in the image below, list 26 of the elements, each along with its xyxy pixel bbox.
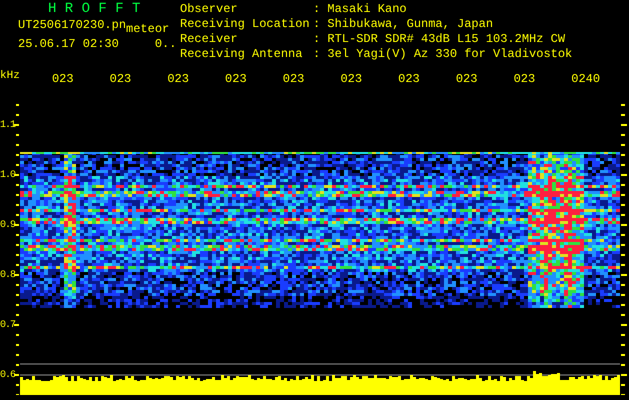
info-label: Receiving Antenna bbox=[180, 47, 304, 62]
time-axis-label: 023 bbox=[514, 72, 536, 88]
count-label: 0.. bbox=[154, 37, 176, 52]
info-value: : 3el Yagi(V) Az 330 for Vladivostok bbox=[313, 47, 572, 62]
info-value: : RTL-SDR SDR# 43dB L15 103.2MHz CW bbox=[313, 32, 566, 47]
timestamp: 25.06.17 02:30 bbox=[18, 37, 119, 52]
info-label: Receiving Location bbox=[180, 17, 311, 32]
file-name: UT2506170230.pn bbox=[18, 18, 126, 33]
info-label: Receiver bbox=[180, 32, 239, 47]
info-value: : Shibukawa, Gunma, Japan bbox=[313, 17, 494, 32]
frequency-axis-label: 1.1 bbox=[0, 118, 16, 132]
mode-label: meteor bbox=[126, 22, 170, 37]
info-label: Observer bbox=[180, 2, 239, 17]
time-axis-label: 023 bbox=[398, 72, 421, 88]
time-axis-label: 023 bbox=[167, 72, 190, 88]
frequency-axis-label: 0.7 bbox=[0, 318, 16, 332]
time-axis-label: 0240 bbox=[571, 72, 602, 88]
time-axis-label: 023 bbox=[456, 72, 478, 88]
time-axis-label: 023 bbox=[52, 72, 75, 88]
info-value: : Masaki Kano bbox=[313, 2, 407, 17]
frequency-unit: kHz bbox=[0, 68, 21, 84]
app-title: H R O F F T bbox=[47, 2, 142, 17]
time-axis-label: 023 bbox=[225, 72, 248, 88]
time-axis-label: 023 bbox=[110, 72, 132, 88]
time-axis-label: 023 bbox=[282, 72, 306, 88]
time-axis-label: 023 bbox=[340, 72, 364, 88]
